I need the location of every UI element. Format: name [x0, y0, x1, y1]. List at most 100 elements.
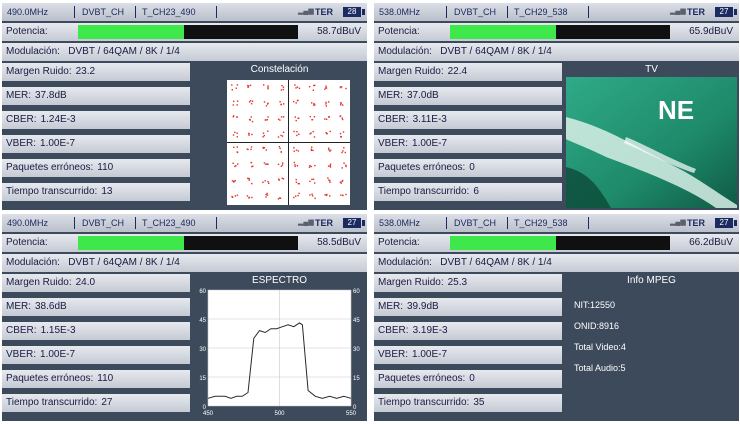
channel-label: T_CH29_538 — [514, 7, 568, 17]
measure-value: 38.6dB — [35, 301, 67, 312]
constellation-point — [342, 194, 344, 196]
constellation-point — [329, 181, 331, 183]
constellation-point — [295, 87, 297, 89]
frequency-label: 538.0MHz — [379, 7, 421, 17]
constellation-point — [342, 104, 344, 106]
constellation-point — [328, 179, 330, 181]
constellation-point — [293, 100, 295, 103]
constellation-point — [250, 148, 252, 151]
channel-badge: 27 — [715, 7, 733, 17]
measure-row: Paquetes erróneos: 110 — [2, 370, 190, 388]
constellation-point — [339, 132, 342, 135]
constellation-point — [236, 116, 238, 118]
measure-row: Tiempo transcurrido: 35 — [374, 394, 562, 412]
constellation-point — [251, 196, 253, 199]
measure-row: VBER: 1.00E-7 — [374, 346, 562, 364]
constellation-point — [298, 117, 300, 119]
constellation-point — [237, 163, 239, 165]
y-tick-label: 30 — [199, 347, 206, 353]
y-tick-label: 15 — [199, 376, 206, 382]
measure-value: 1.00E-7 — [40, 349, 76, 360]
graph-area: Info MPEG NIT:12550 ONID:8916 Total Video:… — [566, 274, 737, 419]
x-tick-label: 550 — [346, 411, 357, 417]
constellation-point — [313, 102, 315, 105]
constellation-point — [247, 177, 249, 180]
constellation-point — [252, 165, 254, 167]
x-tick-label: 500 — [274, 411, 285, 417]
power-level-bar — [450, 25, 670, 39]
constellation-point — [314, 84, 316, 87]
constellation-point — [341, 118, 344, 121]
constellation-point — [309, 133, 311, 135]
frequency-label: 490.0MHz — [7, 218, 49, 228]
constellation-point — [282, 131, 285, 133]
constellation-point — [309, 164, 311, 167]
divider — [507, 217, 508, 229]
measure-label: CBER: — [6, 325, 37, 336]
constellation-point — [295, 178, 297, 181]
measure-row: CBER: 1.24E-3 — [2, 111, 190, 129]
measurement-panel-3: 490.0MHz DVBT_CH T_CH23_490 ▂▄▆ TER 27 P… — [2, 214, 367, 421]
measure-label: Tiempo transcurrido: — [378, 397, 470, 408]
constellation-point — [296, 131, 298, 133]
channel-badge: 27 — [343, 218, 361, 228]
constellation-point — [267, 180, 269, 183]
measure-label: Tiempo transcurrido: — [378, 186, 470, 197]
constellation-point — [262, 147, 265, 149]
constellation-point — [248, 134, 250, 136]
constellation-point — [345, 165, 347, 168]
constellation-point — [263, 162, 266, 164]
measurement-panel-2: 538.0MHz DVBT_CH T_CH29_538 ▂▄▆ TER 27 P… — [374, 3, 739, 210]
power-value: 65.9dBuV — [689, 26, 733, 37]
measure-value: 39.9dB — [407, 301, 439, 312]
graph-area: ESPECTRO 0 0 15 15 30 30 45 45 60 60 450 500 550 — [194, 274, 365, 419]
constellation-point — [263, 101, 266, 103]
constellation-point — [309, 180, 311, 183]
constellation-point — [345, 164, 347, 166]
constellation-point — [232, 104, 234, 106]
status-bar: 490.0MHz DVBT_CH T_CH23_490 ▂▄▆ TER 28 — [2, 3, 367, 21]
constellation-point — [296, 86, 299, 88]
constellation-point — [341, 151, 343, 154]
constellation-point — [293, 161, 296, 164]
constellation-point — [279, 197, 281, 199]
constellation-point — [293, 150, 295, 152]
measure-label: CBER: — [378, 114, 409, 125]
constellation-point — [277, 136, 280, 138]
constellation-point — [232, 134, 235, 136]
constellation-point — [329, 130, 331, 133]
measure-row: Tiempo transcurrido: 6 — [374, 183, 562, 201]
constellation-point — [251, 120, 254, 123]
constellation-point — [232, 196, 234, 198]
divider — [135, 6, 136, 18]
constellation-point — [280, 89, 283, 91]
network-label: DVBT_CH — [454, 218, 497, 228]
constellation-point — [312, 149, 314, 152]
constellation-point — [326, 194, 328, 196]
measure-row: CBER: 3.11E-3 — [374, 111, 562, 129]
constellation-point — [232, 116, 234, 118]
constellation-point — [294, 84, 296, 86]
constellation-point — [250, 103, 253, 105]
constellation-point — [329, 163, 332, 165]
constellation-point — [282, 178, 285, 180]
constellation-point — [263, 134, 265, 137]
network-label: DVBT_CH — [82, 218, 125, 228]
constellation-point — [265, 193, 267, 196]
constellation-point — [251, 182, 253, 185]
constellation-point — [298, 192, 300, 195]
constellation-point — [295, 181, 298, 183]
constellation-point — [311, 193, 313, 195]
divider — [588, 6, 589, 18]
constellation-point — [283, 103, 285, 105]
constellation-point — [281, 177, 283, 179]
constellation-point — [236, 132, 238, 134]
constellation-point — [231, 84, 233, 86]
constellation-point — [341, 180, 343, 183]
measure-label: MER: — [378, 90, 403, 101]
signal-bars-icon: ▂▄▆ — [298, 8, 314, 15]
measure-label: VBER: — [6, 349, 37, 360]
source-label: TER — [315, 218, 333, 228]
constellation-point — [327, 177, 329, 179]
power-level-bar — [78, 25, 298, 39]
